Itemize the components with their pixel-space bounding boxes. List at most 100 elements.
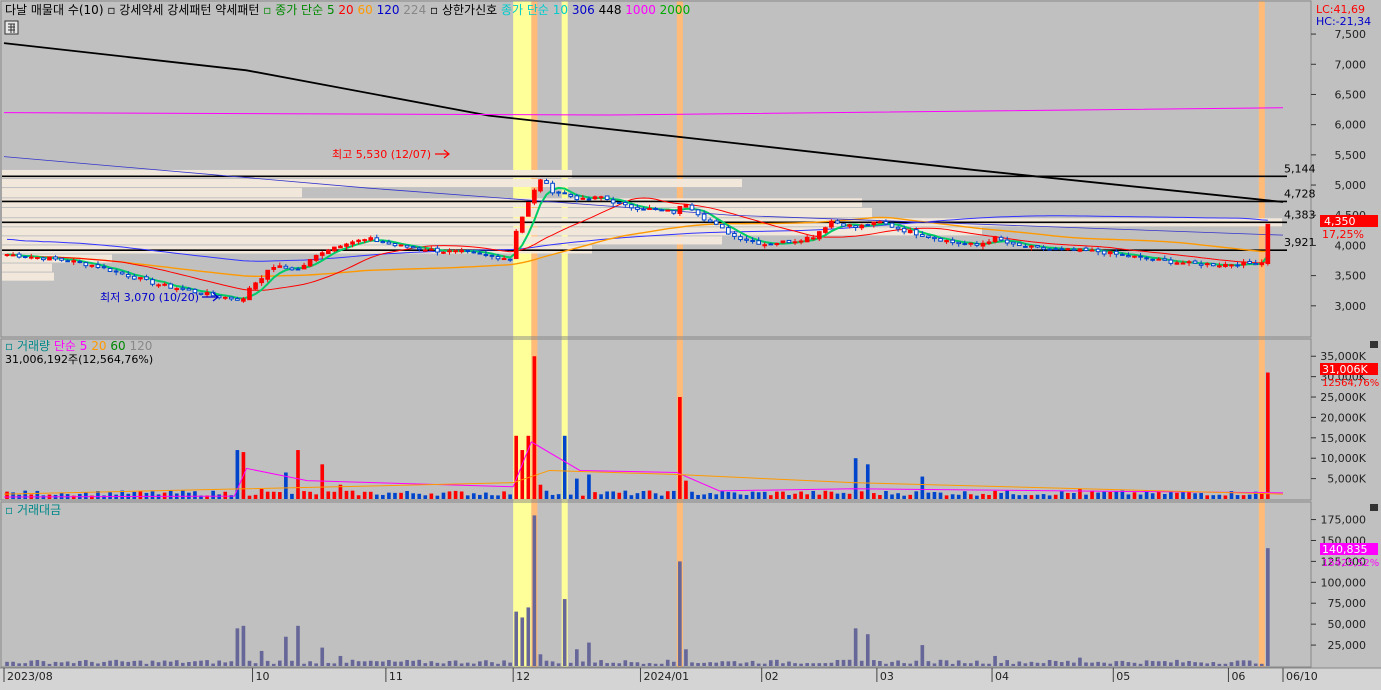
price-tick-label-8: 3,500: [1335, 270, 1367, 283]
candle-body: [89, 264, 95, 267]
volume-bar: [1059, 491, 1064, 499]
volume-bar: [714, 494, 719, 499]
amount-bar: [593, 662, 597, 666]
candle-body: [756, 240, 761, 245]
volume-bar: [502, 491, 506, 499]
volume-bar: [1211, 495, 1216, 499]
price-panel-title[interactable]: 다날 매물대 수(10) ▫ 강세약세 강세패턴 약세패턴 ▫ 종가 단순 5 …: [5, 2, 690, 17]
candle-body: [35, 256, 40, 259]
amount-bar: [211, 663, 215, 666]
amount-panel-close-icon[interactable]: [1370, 504, 1378, 511]
candle-body: [1253, 262, 1259, 266]
candle-body: [162, 283, 167, 286]
candle-body: [774, 243, 780, 246]
volume-panel-close-icon[interactable]: [1370, 341, 1378, 348]
amount-bar: [1035, 662, 1040, 666]
amount-bar: [787, 661, 791, 666]
stock-chart[interactable]: 5,144 4,728 4,383 3,921 7,500 7,000 6,500 6,00…: [0, 0, 1381, 690]
amount-bar: [423, 663, 428, 666]
candle-body: [926, 235, 931, 239]
price-tick-label-9: 3,000: [1335, 300, 1367, 313]
candle-body: [16, 253, 22, 258]
volume-bar: [1187, 491, 1191, 499]
volume-bar: [920, 476, 925, 499]
title-item-5: 120: [373, 3, 400, 17]
amount-bar: [302, 663, 306, 666]
volume-bar: [793, 493, 797, 499]
amount-bar: [59, 662, 64, 666]
candle-body: [301, 264, 307, 270]
candle-body: [65, 260, 70, 263]
volume-bar: [314, 494, 318, 499]
candle-body: [1241, 261, 1246, 266]
amount-bar: [223, 662, 228, 666]
candle-body: [1101, 250, 1107, 255]
volume-bar: [108, 492, 112, 499]
volume-bar: [884, 491, 888, 499]
candle-body: [598, 196, 604, 199]
candle-body: [489, 254, 495, 257]
amount-bar: [981, 663, 985, 666]
candle-body: [1229, 264, 1234, 267]
candle-body: [41, 257, 46, 261]
volume-bar: [496, 495, 500, 499]
amount-bar: [1078, 657, 1082, 666]
amount-tick-label-6: 25,000: [1328, 639, 1367, 652]
candle-body: [526, 201, 531, 217]
amount-bar: [799, 663, 803, 666]
amount-bar: [1029, 661, 1034, 666]
amount-bar: [90, 661, 94, 666]
candle-body: [28, 256, 34, 259]
volume-bar: [374, 494, 379, 499]
amount-panel-title[interactable]: ▫ 거래대금: [5, 503, 61, 517]
candle-body: [1029, 245, 1034, 248]
amount-bar: [332, 663, 337, 666]
amount-bar: [793, 663, 797, 666]
candle-body: [962, 243, 968, 246]
volume-bar: [271, 491, 276, 499]
price-tick-label-3: 6,000: [1335, 119, 1367, 132]
amount-bar: [314, 663, 318, 666]
candle-body: [683, 203, 689, 208]
x-tick-label-0: 2023/08: [7, 670, 53, 683]
amount-bar: [823, 663, 828, 666]
amount-bar: [350, 659, 355, 666]
amount-tick-label-3: 100,000: [1321, 576, 1367, 589]
volume-bar: [1217, 494, 1222, 499]
volume-bar: [1175, 492, 1179, 499]
volume-bar: [223, 491, 228, 499]
candle-body: [77, 261, 83, 264]
candle-body: [101, 266, 107, 269]
volume-bar: [1223, 495, 1228, 499]
amount-bar: [29, 660, 34, 666]
volume-bar: [1162, 493, 1167, 499]
candle-body: [1192, 260, 1198, 264]
volume-bar: [926, 492, 931, 499]
candle-body: [362, 239, 367, 242]
volume-bar: [490, 495, 494, 499]
volume-bar: [599, 494, 603, 499]
volume-bar: [1247, 494, 1252, 499]
candle-body: [944, 240, 949, 243]
candle-body: [1204, 263, 1210, 266]
candle-body: [386, 241, 392, 245]
volume-bar: [1266, 372, 1270, 499]
amount-bar: [872, 660, 876, 666]
volume-bar: [762, 491, 767, 499]
candle-body: [10, 254, 16, 257]
volume-panel-title[interactable]: ▫ 거래량 단순 5 20 60 120: [5, 339, 152, 353]
amount-bar: [502, 660, 506, 666]
amount-bar: [726, 661, 731, 666]
candle-body: [901, 227, 907, 233]
title-item-8: 종가 단순 10: [497, 3, 568, 17]
candle-body: [1010, 241, 1016, 245]
amount-bar: [405, 660, 409, 666]
x-tick-label-2: 11: [389, 670, 403, 683]
amount-bar: [5, 661, 9, 666]
volume-bar: [1138, 494, 1143, 499]
amount-bar: [890, 661, 894, 666]
amount-bar: [605, 663, 609, 666]
candle-body: [83, 262, 89, 267]
candle-body: [1259, 262, 1265, 266]
volume-bar: [908, 494, 913, 499]
